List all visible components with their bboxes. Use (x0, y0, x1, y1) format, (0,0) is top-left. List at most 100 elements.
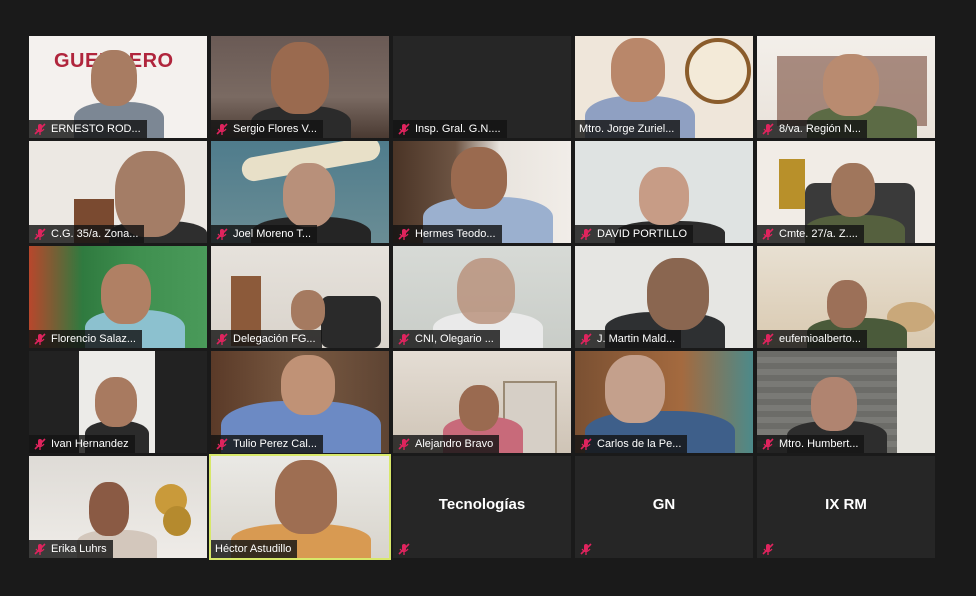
participant-name: Insp. Gral. G.N.... (415, 123, 501, 135)
participant-namebar: Mtro. Jorge Zuriel... (575, 120, 681, 138)
participant-namebar (393, 540, 421, 558)
participant-namebar: Insp. Gral. G.N.... (393, 120, 507, 138)
participant-display-name: Tecnologías (438, 496, 526, 513)
microphone-muted-icon (34, 228, 46, 240)
participant-name: eufemioalberto... (779, 333, 861, 345)
video-tile[interactable]: Mtro. Humbert... (757, 351, 935, 453)
participant-name: J. Martin Mald... (597, 333, 676, 345)
video-tile[interactable]: Cmte. 27/a. Z.... (757, 141, 935, 243)
participant-namebar (757, 540, 785, 558)
participant-namebar: DAVID PORTILLO (575, 225, 694, 243)
microphone-muted-icon (580, 228, 592, 240)
microphone-muted-icon (580, 543, 592, 555)
participant-name: DAVID PORTILLO (597, 228, 688, 240)
microphone-muted-icon (216, 438, 228, 450)
video-tile-camera-off[interactable]: Tecnologías (393, 456, 571, 558)
participant-name: Sergio Flores V... (233, 123, 317, 135)
video-tile[interactable]: Florencio Salaz... (29, 246, 207, 348)
microphone-muted-icon (398, 228, 410, 240)
participant-name: Cmte. 27/a. Z.... (779, 228, 858, 240)
participant-namebar: Héctor Astudillo (211, 540, 298, 558)
microphone-muted-icon (580, 333, 592, 345)
participant-namebar: 8/va. Región N... (757, 120, 867, 138)
participant-name: Héctor Astudillo (215, 543, 292, 555)
video-tile[interactable]: C.G. 35/a. Zona... (29, 141, 207, 243)
participant-name: Carlos de la Pe... (597, 438, 682, 450)
video-tile[interactable]: CNI, Olegario ... (393, 246, 571, 348)
video-tile[interactable]: Joel Moreno T... (211, 141, 389, 243)
microphone-muted-icon (216, 123, 228, 135)
participant-name: Erika Luhrs (51, 543, 107, 555)
video-tile[interactable]: DAVID PORTILLO (575, 141, 753, 243)
video-tile[interactable]: Alejandro Bravo (393, 351, 571, 453)
video-tile-camera-off[interactable]: GN (575, 456, 753, 558)
participant-name: Florencio Salaz... (51, 333, 136, 345)
participant-namebar: Cmte. 27/a. Z.... (757, 225, 864, 243)
participant-namebar: Erika Luhrs (29, 540, 113, 558)
video-tile[interactable]: Insp. Gral. G.N.... (393, 36, 571, 138)
participant-namebar: Ivan Hernandez (29, 435, 135, 453)
participant-display-name: IX RM (825, 496, 867, 513)
wall-clock (685, 38, 751, 104)
video-tile[interactable]: Mtro. Jorge Zuriel... (575, 36, 753, 138)
microphone-muted-icon (34, 123, 46, 135)
participant-display-name: GN (652, 496, 676, 513)
microphone-muted-icon (580, 438, 592, 450)
microphone-muted-icon (762, 333, 774, 345)
participant-namebar: Joel Moreno T... (211, 225, 318, 243)
video-tile[interactable]: Ivan Hernandez (29, 351, 207, 453)
video-tile[interactable]: Erika Luhrs (29, 456, 207, 558)
video-tile[interactable]: Hermes Teodo... (393, 141, 571, 243)
participant-namebar: Mtro. Humbert... (757, 435, 865, 453)
microphone-muted-icon (762, 438, 774, 450)
microphone-muted-icon (34, 333, 46, 345)
participant-name: C.G. 35/a. Zona... (51, 228, 139, 240)
microphone-muted-icon (216, 333, 228, 345)
microphone-muted-icon (762, 228, 774, 240)
video-tile[interactable]: eufemioalberto... (757, 246, 935, 348)
participant-name: Ivan Hernandez (51, 438, 129, 450)
participant-namebar: Hermes Teodo... (393, 225, 502, 243)
microphone-muted-icon (762, 543, 774, 555)
participant-namebar: Carlos de la Pe... (575, 435, 688, 453)
participant-name: Alejandro Bravo (415, 438, 494, 450)
participant-namebar: Alejandro Bravo (393, 435, 500, 453)
participant-name: Mtro. Jorge Zuriel... (579, 123, 675, 135)
video-tile[interactable]: Sergio Flores V... (211, 36, 389, 138)
microphone-muted-icon (398, 543, 410, 555)
participant-namebar (575, 540, 603, 558)
microphone-muted-icon (398, 438, 410, 450)
participant-name: Joel Moreno T... (233, 228, 312, 240)
video-gallery: GUERRERO ERNESTO ROD... Sergio Flores V.… (29, 36, 935, 560)
participant-namebar: eufemioalberto... (757, 330, 867, 348)
participant-name: Tulio Perez Cal... (233, 438, 317, 450)
video-tile-camera-off[interactable]: IX RM (757, 456, 935, 558)
participant-name: Hermes Teodo... (415, 228, 496, 240)
video-tile[interactable]: Tulio Perez Cal... (211, 351, 389, 453)
microphone-muted-icon (34, 438, 46, 450)
microphone-muted-icon (398, 333, 410, 345)
participant-namebar: J. Martin Mald... (575, 330, 682, 348)
participant-namebar: ERNESTO ROD... (29, 120, 147, 138)
video-tile[interactable]: Delegación FG... (211, 246, 389, 348)
microphone-muted-icon (762, 123, 774, 135)
participant-name: Mtro. Humbert... (779, 438, 859, 450)
participant-namebar: Tulio Perez Cal... (211, 435, 323, 453)
participant-name: 8/va. Región N... (779, 123, 861, 135)
video-tile[interactable]: Carlos de la Pe... (575, 351, 753, 453)
participant-namebar: Sergio Flores V... (211, 120, 323, 138)
participant-name: CNI, Olegario ... (415, 333, 494, 345)
microphone-muted-icon (398, 123, 410, 135)
microphone-muted-icon (34, 543, 46, 555)
video-tile-active-speaker[interactable]: Héctor Astudillo (209, 454, 391, 560)
video-tile[interactable]: 8/va. Región N... (757, 36, 935, 138)
participant-namebar: Florencio Salaz... (29, 330, 142, 348)
participant-name: ERNESTO ROD... (51, 123, 141, 135)
participant-namebar: Delegación FG... (211, 330, 322, 348)
video-tile[interactable]: GUERRERO ERNESTO ROD... (29, 36, 207, 138)
participant-namebar: C.G. 35/a. Zona... (29, 225, 145, 243)
microphone-muted-icon (216, 228, 228, 240)
video-tile[interactable]: J. Martin Mald... (575, 246, 753, 348)
participant-name: Delegación FG... (233, 333, 316, 345)
participant-namebar: CNI, Olegario ... (393, 330, 500, 348)
